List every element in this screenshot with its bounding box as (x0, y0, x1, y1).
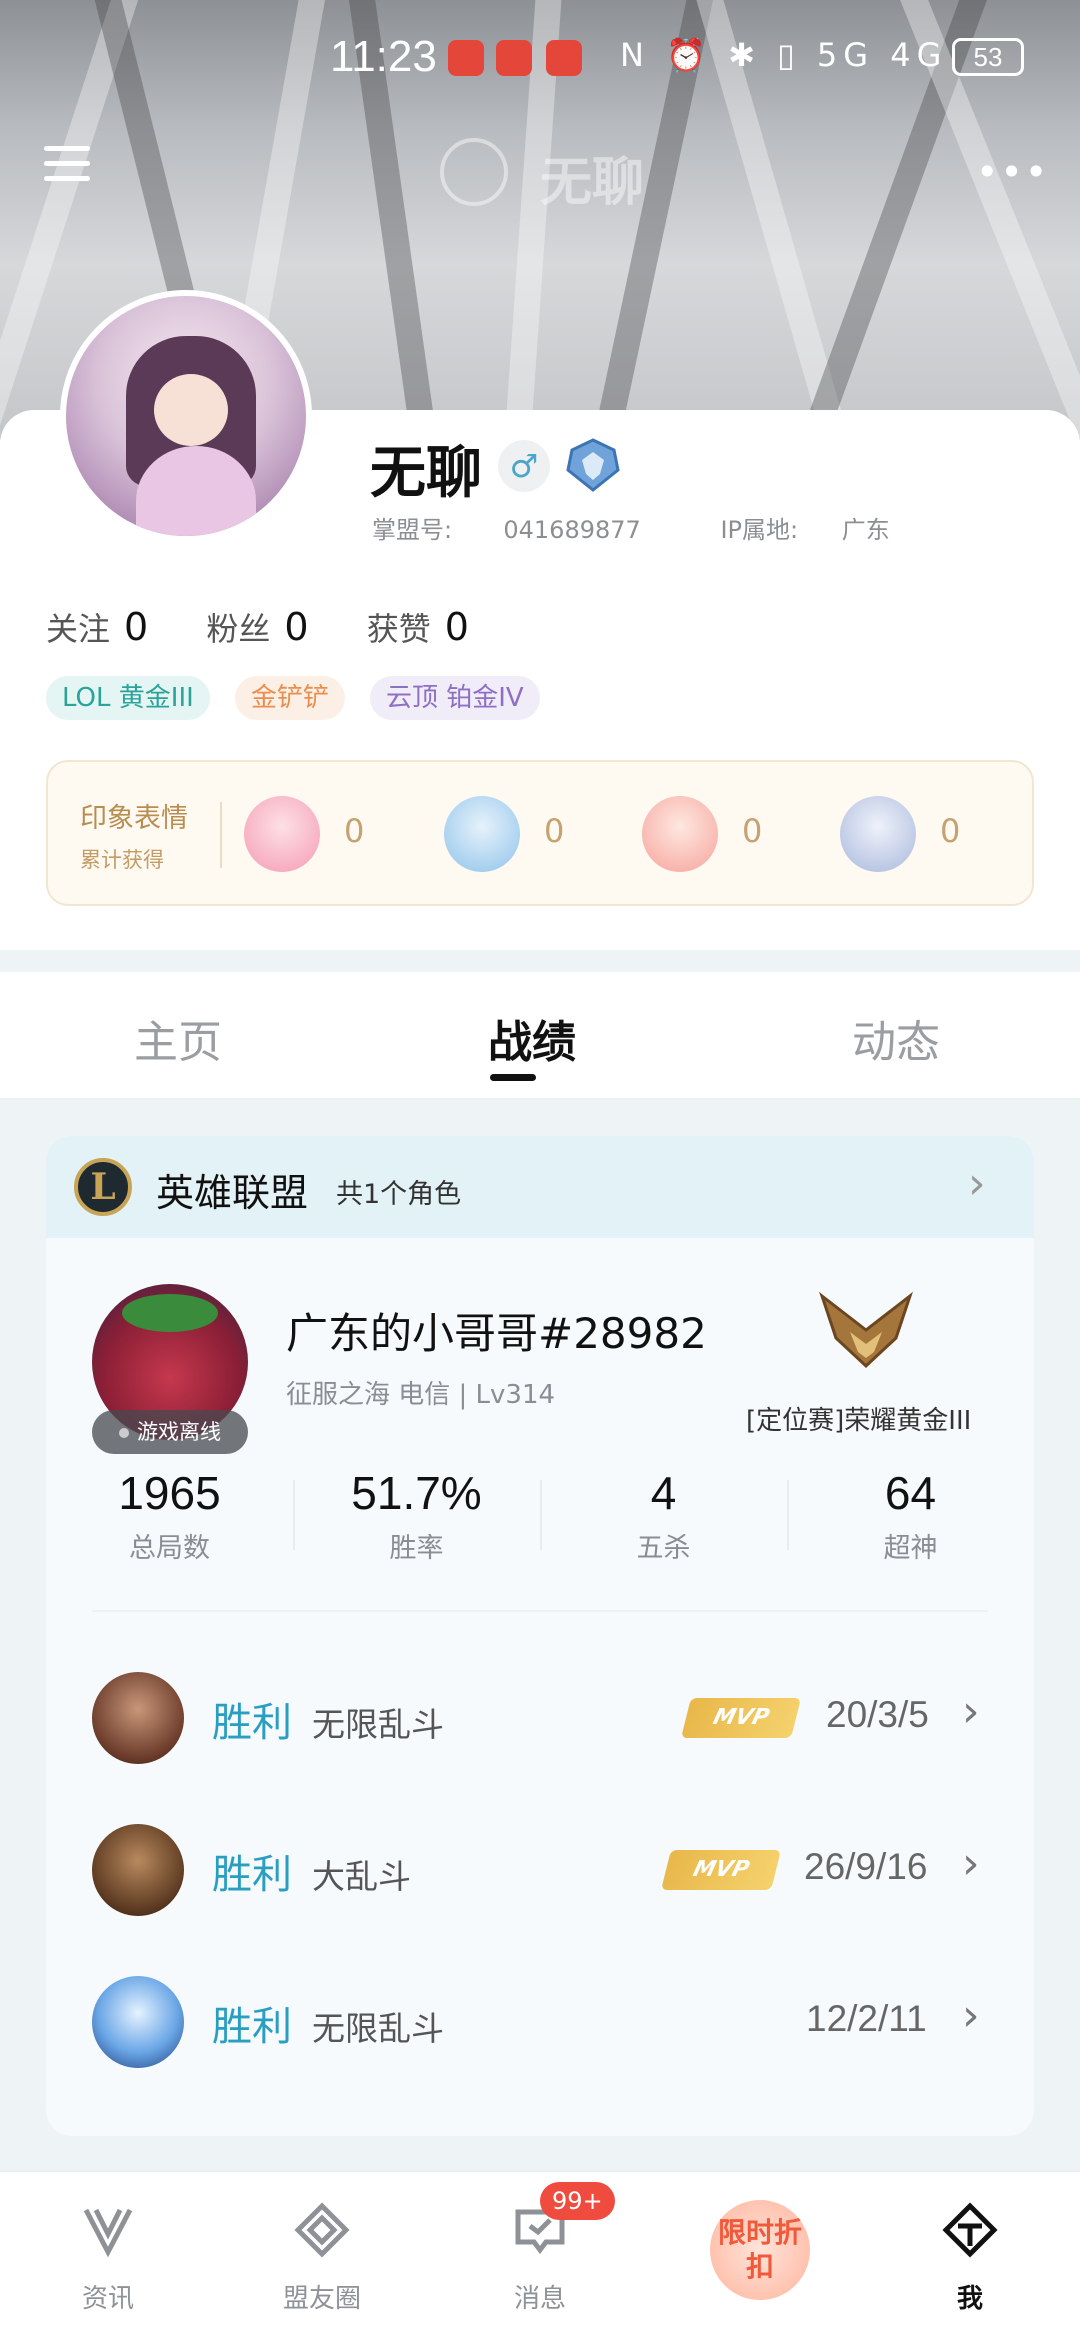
nav-messages[interactable]: 99+ 消息 (470, 2172, 615, 2338)
impression-emotes[interactable]: 印象表情 累计获得 0 0 0 0 (46, 760, 1034, 906)
tag-jinchanchan[interactable]: 金铲铲 (234, 676, 345, 720)
match-row[interactable]: 胜利 大乱斗 MVP 26/9/16 › (46, 1824, 1034, 1924)
notification-app-icon (496, 40, 532, 76)
emote-count: 0 (742, 812, 763, 850)
profile-tabs: 主页 战绩 动态 (0, 972, 1080, 1100)
following-stat[interactable]: 关注 0 (46, 604, 148, 650)
active-tab-indicator (490, 1074, 536, 1081)
stat-win-rate: 51.7% 胜率 (351, 1467, 482, 1564)
game-stats: 1965 总局数 51.7% 胜率 4 五杀 64 超神 (46, 1466, 1034, 1576)
unread-badge: 99+ (540, 2182, 615, 2220)
rank-label: [定位赛]荣耀黄金III (746, 1406, 972, 1436)
tag-lol[interactable]: LOL 黄金III (46, 676, 210, 720)
lol-record-card: L 英雄联盟 共1个角色 › 游戏离线 广东的小哥哥#28982 征服之海 电信… (46, 1136, 1034, 2136)
tab-feed[interactable]: 动态 (852, 1006, 940, 1070)
rank-badge-icon[interactable] (562, 436, 624, 494)
community-icon (294, 2202, 350, 2258)
news-icon (83, 2208, 133, 2258)
emotes-subtitle: 累计获得 (80, 848, 164, 872)
match-mode: 无限乱斗 (312, 1705, 444, 1744)
match-kda: 26/9/16 (804, 1846, 928, 1887)
ip-label: IP属地: (720, 516, 799, 544)
me-icon (942, 2202, 998, 2258)
notification-app-icon (546, 40, 582, 76)
stat-pentakills: 4 五杀 (636, 1467, 691, 1564)
profile-meta: 掌盟号: 041689877 IP属地: 广东 (372, 510, 962, 545)
status-time: 11:23 (330, 32, 437, 81)
game-header[interactable]: L 英雄联盟 共1个角色 › (46, 1136, 1034, 1238)
match-result: 胜利 (212, 1852, 292, 1898)
match-mode: 无限乱斗 (312, 2009, 444, 2048)
status-bar: 11:23 N ⏰ ✱ ▯ 5G 4G 53 (0, 0, 1080, 120)
header-title: 无聊 (540, 153, 645, 213)
nav-me[interactable]: 我 (900, 2172, 1040, 2338)
followers-stat[interactable]: 粉丝 0 (206, 604, 308, 650)
match-kda: 20/3/5 (826, 1694, 929, 1735)
emote-count: 0 (940, 812, 961, 850)
champion-avatar (92, 1672, 184, 1764)
battery-icon: 53 (952, 38, 1024, 76)
avatar[interactable] (60, 290, 312, 542)
id-label: 掌盟号: (372, 516, 453, 544)
summoner-server: 征服之海 电信 | Lv314 (286, 1380, 556, 1410)
network-icons: N ⏰ ✱ ▯ 5G 4G (620, 36, 948, 74)
promo-discount-button[interactable]: 限时折扣 (710, 2200, 810, 2300)
match-row[interactable]: 胜利 无限乱斗 MVP 20/3/5 › (46, 1672, 1034, 1772)
emote-gg-icon (840, 796, 916, 872)
chevron-right-icon: › (962, 1990, 980, 2041)
stat-legendary: 64 超神 (883, 1467, 938, 1564)
mvp-badge: MVP (681, 1698, 801, 1738)
ip-value: 广东 (841, 516, 890, 544)
chevron-right-icon: › (962, 1686, 980, 1737)
chevron-right-icon: › (968, 1158, 986, 1209)
tab-home[interactable]: 主页 (134, 1006, 222, 1070)
emotes-title: 印象表情 (80, 803, 188, 834)
champion-avatar (92, 1824, 184, 1916)
emote-wave-icon (444, 796, 520, 872)
male-gender-icon: ♂ (498, 440, 550, 492)
mvp-badge: MVP (661, 1850, 781, 1890)
emote-surprised-icon (642, 796, 718, 872)
status-badge: 游戏离线 (92, 1410, 248, 1454)
tag-tft[interactable]: 云顶 铂金IV (369, 676, 540, 720)
game-title: 英雄联盟 (156, 1171, 309, 1215)
nav-community[interactable]: 盟友圈 (252, 2172, 392, 2338)
app-logo-icon (440, 138, 508, 206)
stat-total-games: 1965 总局数 (118, 1467, 221, 1564)
social-stats: 关注 0 粉丝 0 获赞 0 (46, 604, 517, 650)
champion-avatar (92, 1976, 184, 2068)
game-tags: LOL 黄金III 金铲铲 云顶 铂金IV (46, 676, 560, 720)
emote-count: 0 (544, 812, 565, 850)
match-row[interactable]: 胜利 无限乱斗 12/2/11 › (46, 1976, 1034, 2076)
nav-news[interactable]: 资讯 (38, 2172, 178, 2338)
bottom-nav: 资讯 盟友圈 99+ 消息 限时折扣 我 (0, 2170, 1080, 2338)
notification-app-icon (448, 40, 484, 76)
chevron-right-icon: › (962, 1838, 980, 1889)
tab-records[interactable]: 战绩 (488, 1006, 576, 1070)
match-result: 胜利 (212, 2004, 292, 2050)
summoner-name: 广东的小哥哥#28982 (286, 1309, 707, 1358)
match-mode: 大乱斗 (312, 1857, 411, 1896)
likes-stat[interactable]: 获赞 0 (367, 604, 469, 650)
gold-rank-emblem-icon (819, 1291, 913, 1369)
game-role-count: 共1个角色 (336, 1179, 462, 1210)
match-kda: 12/2/11 (806, 1998, 927, 2039)
menu-icon[interactable] (44, 146, 90, 186)
match-result: 胜利 (212, 1700, 292, 1746)
emote-count: 0 (344, 812, 365, 850)
id-value: 041689877 (503, 516, 641, 544)
emote-blush-icon (244, 796, 320, 872)
profile-name: 无聊 (370, 441, 482, 506)
lol-logo-icon: L (74, 1158, 132, 1216)
more-options-icon[interactable]: ••• (976, 150, 1049, 194)
